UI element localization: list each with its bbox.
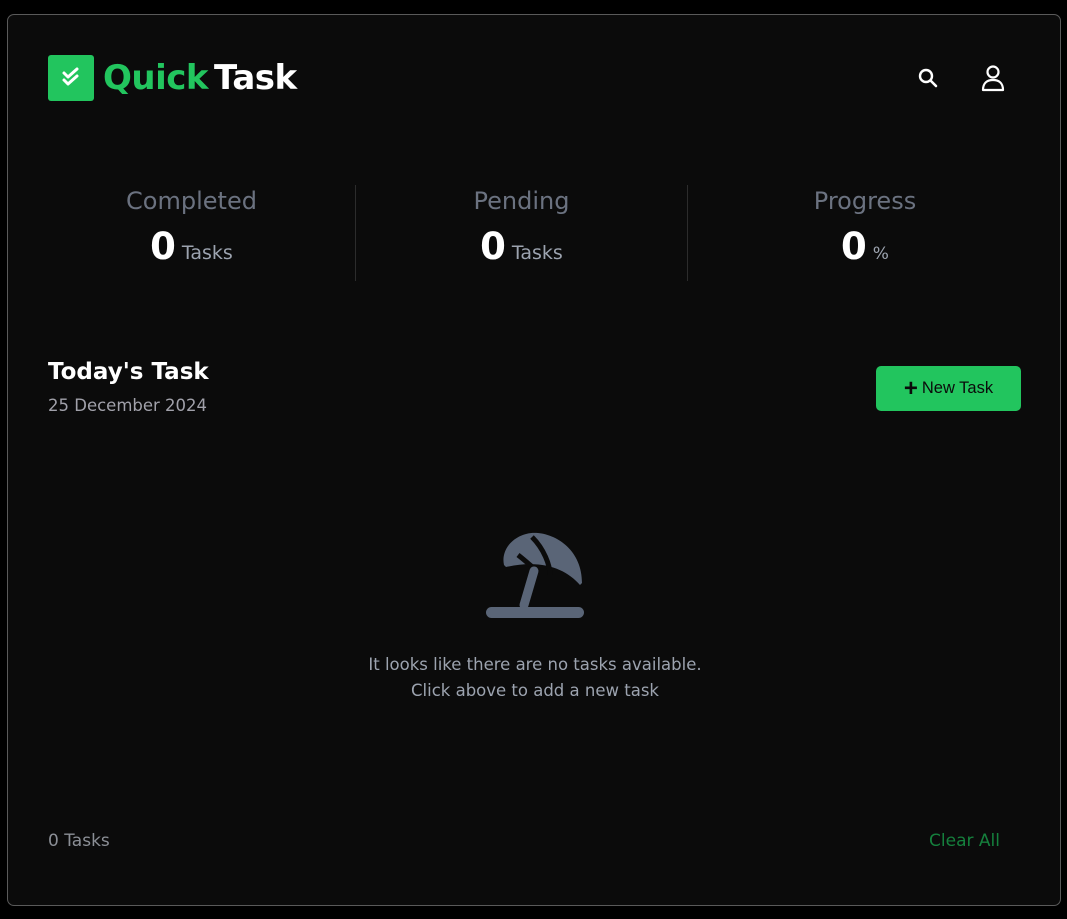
task-count: 0 Tasks — [48, 831, 110, 851]
stat-completed: Completed 0 Tasks — [28, 185, 355, 281]
plus-icon: + — [903, 374, 918, 402]
stat-progress: Progress 0 % — [688, 185, 1042, 281]
stat-value: 0 — [480, 225, 506, 268]
stat-value: 0 — [150, 225, 176, 268]
empty-message: It looks like there are no tasks availab… — [368, 655, 702, 674]
empty-hint: Click above to add a new task — [411, 681, 659, 700]
stats-row: Completed 0 Tasks Pending 0 Tasks Progre… — [28, 185, 1042, 281]
stat-label: Pending — [473, 187, 570, 215]
stat-label: Completed — [126, 187, 257, 215]
stat-value: 0 — [841, 225, 867, 268]
stat-unit: % — [872, 244, 889, 264]
new-task-label: New Task — [921, 379, 994, 397]
stat-unit: Tasks — [511, 242, 563, 264]
logo-word-task: Task — [214, 58, 297, 98]
beach-umbrella-icon — [484, 531, 588, 627]
new-task-button[interactable]: + New Task — [876, 366, 1021, 411]
stat-pending: Pending 0 Tasks — [355, 185, 688, 281]
check-icon — [48, 55, 94, 101]
section-title: Today's Task — [48, 359, 209, 385]
app-container: Quick Task Completed 0 Tasks Pending 0 Ta… — [7, 14, 1061, 906]
search-icon[interactable] — [913, 63, 943, 93]
logo-word-quick: Quick — [103, 58, 209, 98]
clear-all-button[interactable]: Clear All — [929, 831, 1000, 851]
stat-unit: Tasks — [181, 242, 233, 264]
logo-text: Quick Task — [103, 61, 297, 95]
logo: Quick Task — [48, 55, 297, 101]
user-icon[interactable] — [978, 63, 1008, 93]
current-date: 25 December 2024 — [48, 396, 208, 415]
stat-label: Progress — [813, 187, 917, 215]
